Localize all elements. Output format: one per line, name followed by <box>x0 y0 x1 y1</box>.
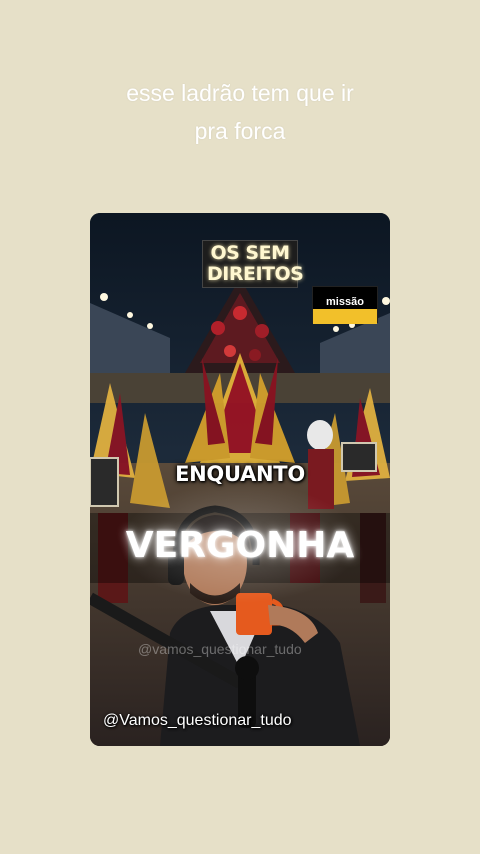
logo-text: missão <box>313 296 377 308</box>
caption-line-1: esse ladrão tem que ir <box>126 80 354 106</box>
os-sem-direitos-tag: OS SEM DIREITOS <box>202 240 304 288</box>
caption-line-2: pra forca <box>194 118 286 144</box>
post-caption: esse ladrão tem que ir pra forca <box>0 74 480 150</box>
video-player[interactable]: OS SEM DIREITOS missão ENQUANTO VERGONHA… <box>90 213 390 746</box>
overlay-word-enquanto: ENQUANTO <box>175 462 305 486</box>
missao-logo: missão <box>312 286 378 324</box>
channel-watermark: @Vamos_questionar_tudo <box>103 712 292 729</box>
headline-vergonha: VERGONHA <box>125 525 355 566</box>
tag-line-2: DIREITOS <box>207 263 304 285</box>
faint-watermark: @vamos_questionar_tudo <box>138 641 302 657</box>
tag-line-1: OS SEM <box>210 242 290 264</box>
